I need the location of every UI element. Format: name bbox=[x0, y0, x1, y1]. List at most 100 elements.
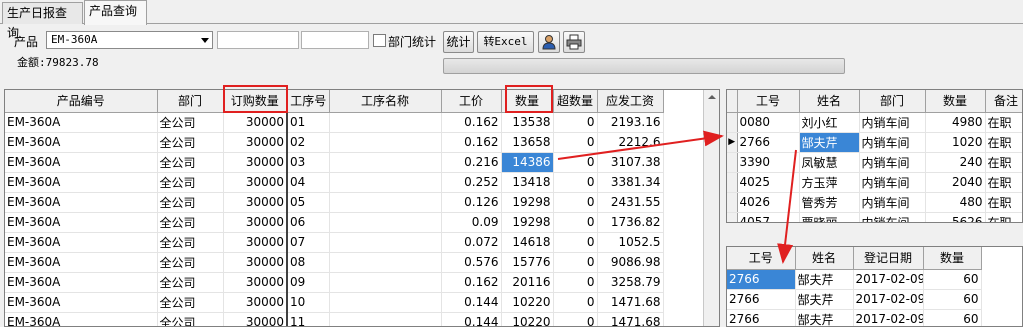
table-cell[interactable] bbox=[329, 132, 442, 153]
table-cell[interactable]: 0.576 bbox=[441, 252, 502, 273]
worker-col-header[interactable]: 部门 bbox=[859, 90, 926, 113]
tab-product-query[interactable]: 产品查询 bbox=[84, 0, 147, 25]
table-cell[interactable] bbox=[329, 252, 442, 273]
table-row[interactable]: EM-360A 全公司 30000 08 0.576 15776 0 9086.98 bbox=[5, 252, 664, 273]
table-cell[interactable] bbox=[329, 272, 442, 293]
table-row[interactable]: 4025 方玉萍 内销车间 2040 在职 bbox=[727, 172, 1022, 193]
table-row[interactable]: EM-360A 全公司 30000 07 0.072 14618 0 1052.5 bbox=[5, 232, 664, 253]
table-cell[interactable]: 2017-02-09 bbox=[853, 309, 924, 326]
table-cell[interactable]: 09 bbox=[287, 272, 330, 293]
export-excel-button[interactable]: 转Excel bbox=[477, 31, 534, 53]
table-cell[interactable]: 0.09 bbox=[441, 212, 502, 233]
table-cell[interactable]: 01 bbox=[287, 112, 330, 133]
table-cell[interactable]: 全公司 bbox=[157, 252, 224, 273]
table-row[interactable]: EM-360A 全公司 30000 05 0.126 19298 0 2431.55 bbox=[5, 192, 664, 213]
table-cell[interactable]: 0 bbox=[553, 272, 598, 293]
table-cell[interactable]: 0 bbox=[553, 292, 598, 313]
table-cell[interactable]: 2766 bbox=[737, 132, 800, 153]
worker-col-header[interactable]: 数量 bbox=[925, 90, 986, 113]
table-cell[interactable]: 30000 bbox=[223, 172, 288, 193]
table-cell[interactable]: 13418 bbox=[501, 172, 554, 193]
table-cell[interactable]: 0 bbox=[553, 152, 598, 173]
table-cell[interactable]: 刘小红 bbox=[799, 112, 860, 133]
date-to-field[interactable] bbox=[301, 31, 369, 49]
table-cell[interactable]: 全公司 bbox=[157, 132, 224, 153]
table-cell[interactable]: 管秀芳 bbox=[799, 192, 860, 213]
detail-col-header[interactable]: 登记日期 bbox=[853, 247, 924, 270]
table-cell[interactable]: 60 bbox=[923, 269, 982, 290]
table-cell[interactable]: 郜夫芹 bbox=[795, 289, 854, 310]
table-cell[interactable]: EM-360A bbox=[5, 292, 158, 313]
table-cell[interactable]: 10220 bbox=[501, 312, 554, 326]
table-cell[interactable]: 15776 bbox=[501, 252, 554, 273]
table-cell[interactable]: 60 bbox=[923, 309, 982, 326]
table-cell[interactable]: 02 bbox=[287, 132, 330, 153]
table-cell[interactable]: 19298 bbox=[501, 192, 554, 213]
detail-col-header[interactable]: 数量 bbox=[923, 247, 982, 270]
table-cell[interactable]: 30000 bbox=[223, 212, 288, 233]
table-row[interactable]: 2766 郜夫芹 2017-02-09 60 bbox=[727, 309, 982, 326]
table-cell[interactable]: 0.162 bbox=[441, 272, 502, 293]
table-cell[interactable]: 60 bbox=[923, 289, 982, 310]
table-cell[interactable]: 2766 bbox=[727, 309, 796, 326]
table-cell[interactable]: 0080 bbox=[737, 112, 800, 133]
detail-col-header[interactable]: 姓名 bbox=[795, 247, 854, 270]
table-cell[interactable]: 0.126 bbox=[441, 192, 502, 213]
table-cell[interactable]: 2766 bbox=[727, 269, 796, 290]
table-cell[interactable]: 贾晓丽 bbox=[799, 212, 860, 222]
dept-stat-checkbox[interactable] bbox=[373, 34, 386, 47]
table-cell[interactable]: 4980 bbox=[925, 112, 986, 133]
table-cell[interactable]: 2766 bbox=[727, 289, 796, 310]
table-cell[interactable]: 0 bbox=[553, 252, 598, 273]
table-row[interactable]: 0080 刘小红 内销车间 4980 在职 bbox=[727, 112, 1022, 133]
table-cell[interactable] bbox=[329, 232, 442, 253]
table-cell[interactable]: 全公司 bbox=[157, 192, 224, 213]
table-cell[interactable]: 5626 bbox=[925, 212, 986, 222]
table-cell[interactable]: 30000 bbox=[223, 132, 288, 153]
table-cell[interactable]: EM-360A bbox=[5, 232, 158, 253]
table-cell[interactable]: 0 bbox=[553, 192, 598, 213]
table-cell[interactable]: 内销车间 bbox=[859, 172, 926, 193]
table-cell[interactable]: 13538 bbox=[501, 112, 554, 133]
row-indicator[interactable]: ▶ bbox=[727, 132, 738, 153]
table-cell[interactable] bbox=[329, 212, 442, 233]
table-row[interactable]: 2766 郜夫芹 2017-02-09 60 bbox=[727, 269, 982, 290]
detail-col-header[interactable]: 工号 bbox=[727, 247, 796, 270]
table-cell[interactable]: 全公司 bbox=[157, 292, 224, 313]
main-col-header[interactable]: 工序号 bbox=[287, 90, 330, 113]
table-cell[interactable]: EM-360A bbox=[5, 192, 158, 213]
table-cell[interactable]: 0 bbox=[553, 172, 598, 193]
table-cell[interactable]: 30000 bbox=[223, 272, 288, 293]
table-cell[interactable]: 06 bbox=[287, 212, 330, 233]
table-cell[interactable]: 1052.5 bbox=[597, 232, 664, 253]
table-cell[interactable]: 08 bbox=[287, 252, 330, 273]
table-cell[interactable]: 在职 bbox=[985, 152, 1022, 173]
table-cell[interactable]: 在职 bbox=[985, 132, 1022, 153]
table-cell[interactable]: 03 bbox=[287, 152, 330, 173]
table-cell[interactable]: 07 bbox=[287, 232, 330, 253]
row-indicator[interactable] bbox=[727, 152, 738, 173]
table-cell[interactable]: 4026 bbox=[737, 192, 800, 213]
table-cell[interactable]: 在职 bbox=[985, 212, 1022, 222]
table-cell[interactable]: 10 bbox=[287, 292, 330, 313]
table-cell[interactable]: 全公司 bbox=[157, 172, 224, 193]
worker-col-header[interactable]: 姓名 bbox=[799, 90, 860, 113]
product-grid[interactable]: 产品编号 部门 订购数量 工序号 工序名称 工价 数量 超数量 应发工资 EM-360A 全公司 3… bbox=[4, 89, 720, 327]
table-row[interactable]: EM-360A 全公司 30000 04 0.252 13418 0 3381.34 bbox=[5, 172, 664, 193]
table-cell[interactable]: 2193.16 bbox=[597, 112, 664, 133]
row-indicator[interactable] bbox=[727, 112, 738, 133]
table-cell[interactable]: 05 bbox=[287, 192, 330, 213]
table-cell[interactable]: 郜夫芹 bbox=[795, 309, 854, 326]
table-cell[interactable]: 方玉萍 bbox=[799, 172, 860, 193]
table-cell[interactable]: 30000 bbox=[223, 152, 288, 173]
table-cell[interactable]: 04 bbox=[287, 172, 330, 193]
table-cell[interactable]: EM-360A bbox=[5, 172, 158, 193]
main-col-header[interactable]: 工序名称 bbox=[329, 90, 442, 113]
date-from-field[interactable] bbox=[217, 31, 299, 49]
row-indicator[interactable] bbox=[727, 192, 738, 213]
table-cell[interactable]: 3107.38 bbox=[597, 152, 664, 173]
table-row[interactable]: 4057 贾晓丽 内销车间 5626 在职 bbox=[727, 212, 1022, 222]
table-cell[interactable] bbox=[329, 292, 442, 313]
table-cell[interactable]: 3390 bbox=[737, 152, 800, 173]
table-cell[interactable]: EM-360A bbox=[5, 252, 158, 273]
